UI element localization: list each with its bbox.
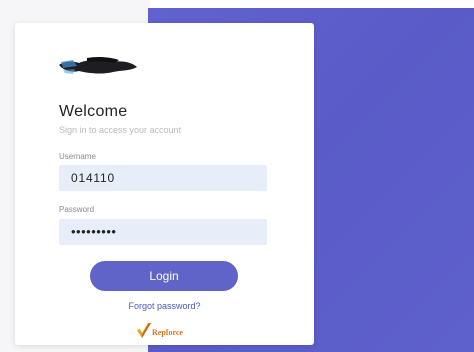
brand-logo: Repforce — [134, 320, 194, 342]
login-button[interactable]: Login — [90, 261, 238, 291]
brand-check-icon — [137, 323, 151, 338]
brand-name: Repforce — [152, 328, 183, 337]
username-label: Username — [59, 152, 96, 161]
username-field[interactable]: 014110 — [59, 165, 267, 191]
password-label: Password — [59, 205, 95, 214]
page-title: Welcome — [59, 103, 128, 120]
subtitle: Sign in to access your account — [59, 125, 182, 135]
redacted-logo-icon — [59, 56, 137, 74]
password-field[interactable]: ••••••••• — [59, 219, 267, 245]
login-card: Welcome Sign in to access your account U… — [15, 23, 314, 345]
forgot-password-link[interactable]: Forgot password? — [15, 301, 314, 311]
